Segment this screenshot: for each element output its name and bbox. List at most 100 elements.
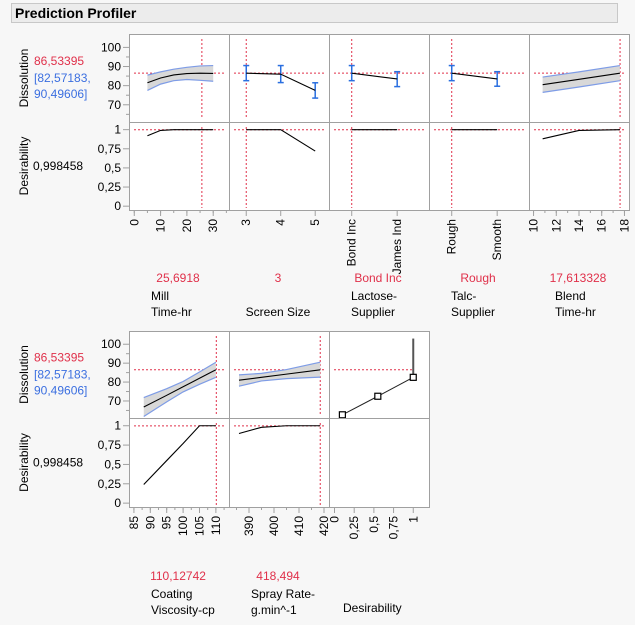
factor-name-line2: Supplier [351,305,395,319]
x-tick-label: 12 [549,219,563,233]
desirability-handle[interactable] [409,373,417,381]
factor-name: Desirability [343,601,402,615]
response-label-desirability: Desirability [17,137,31,196]
x-tick-label: 1 [406,516,420,523]
x-tick-label: Smooth [490,219,504,260]
x-tick-label: 14 [572,219,586,233]
factor-current-value: Bond Inc [354,271,401,285]
dissolution-ci-lower: [82,57183, [34,71,91,85]
x-tick-label: Rough [445,219,459,254]
factor-current-value: 3 [275,271,282,285]
y-tick-label-desirability: 0,5 [104,161,121,175]
profiler-chart: Dissolution Desirability 86,53395 [82,57183… [17,34,631,617]
factor-name-line2: Time-hr [151,305,192,319]
factor-name-line2: Time-hr [555,305,596,319]
y-tick-label-dissolution: 80 [108,375,122,389]
dissolution-plot-area [329,34,429,122]
x-tick-label: 110 [209,516,223,535]
factor-name-line1: Spray Rate- [251,587,315,601]
factor-name-line1: Coating [151,587,192,601]
desirability-plot-area [329,122,429,210]
y-tick-label-desirability: 0,25 [98,180,122,194]
x-tick-label: 95 [160,516,174,530]
response-label-dissolution: Dissolution [17,49,31,108]
factor-name-line1: Blend [555,289,586,303]
factor-panel-2: 390 400 410 420418,494Spray Rate-g.min^-1 [229,331,331,617]
factor-name-line2: g.min^-1 [251,603,297,617]
desirability-plot-area [229,418,329,507]
dissolution-plot-area [429,34,529,122]
x-tick-label: 0 [328,516,342,523]
factor-panel-2: 3 4 5 3 Screen Size [229,34,330,319]
desirability-plot-area [129,418,229,507]
factor-current-value: 110,12742 [150,569,206,583]
factor-name: Screen Size [246,305,311,319]
factor-panel-3: 0 0,25 0,5 0,75 1 Desirability [328,331,430,615]
x-tick-label: 0,75 [387,516,401,540]
desirability-plot-area [329,418,429,507]
x-tick-label: 90 [143,516,157,530]
x-tick-label: James Ind [390,219,404,274]
y-tick-label-desirability: 1 [114,419,121,433]
y-tick-label-dissolution: 90 [108,356,122,370]
factor-name-line1: Mill [151,289,169,303]
y-tick-label-dissolution: 70 [108,394,122,408]
y-tick-label-desirability: 0,25 [98,477,122,491]
y-tick-label-dissolution: 100 [101,40,121,54]
x-tick-label: 0,25 [347,516,361,540]
dissolution-predicted-value: 86,53395 [34,54,84,68]
factor-panel-5: 10 12 14 16 18 17,613328 Blend Time-hr [527,34,631,319]
factor-name-line2: Supplier [451,305,495,319]
y-tick-label-desirability: 0,5 [104,457,121,471]
y-tick-label-desirability: 1 [114,123,121,137]
factor-panel-1: 0 10 20 30 25,6918 Mill Time-hr [127,34,230,319]
x-tick-label: 390 [242,516,256,536]
desirability-plot-area [129,122,229,210]
x-tick-label: 10 [154,219,168,233]
factor-current-value: Rough [460,271,495,285]
desirability-plot-area [429,122,529,210]
y-tick-label-dissolution: 70 [108,98,122,112]
desirability-plot-area [229,122,329,210]
desirability-handle[interactable] [338,411,346,419]
response-label-desirability: Desirability [17,433,31,492]
factor-panel-4: Rough Smooth Rough Talc- Supplier [429,34,530,319]
x-tick-label: 5 [308,219,322,226]
dissolution-ci-upper: 90,49606] [34,384,87,398]
factor-panel-1: 85 90 95 100 105 110 110,12742 Coating Viscosity… [127,331,230,617]
y-tick-label-desirability: 0,75 [98,438,122,452]
dissolution-ci-upper: 90,49606] [34,87,87,101]
x-tick-label: 30 [206,219,220,233]
y-tick-label-dissolution: 90 [108,60,122,74]
x-tick-label: 0 [127,219,141,226]
x-tick-label: 400 [267,516,281,536]
x-tick-label: 4 [274,219,288,226]
desirability-value: 0,998458 [33,456,83,470]
x-tick-label: 100 [176,516,190,536]
x-tick-label: 105 [192,516,206,536]
desirability-plot-area [529,122,629,210]
x-tick-label: 20 [180,219,194,233]
dissolution-plot-area [229,34,329,122]
y-tick-label-dissolution: 80 [108,79,122,93]
factor-current-value: 25,6918 [156,271,200,285]
x-tick-label: Bond Inc [345,219,359,266]
x-tick-label: 10 [527,219,541,233]
y-tick-label-desirability: 0 [114,199,121,213]
response-label-dissolution: Dissolution [17,345,31,404]
desirability-value: 0,998458 [33,159,83,173]
x-tick-label: 3 [239,219,253,226]
x-tick-label: 85 [127,516,141,530]
factor-current-value: 17,613328 [550,271,607,285]
x-tick-label: 410 [292,516,306,536]
y-tick-label-desirability: 0,75 [98,142,122,156]
factor-name-line2: Viscosity-cp [151,603,215,617]
dissolution-ci-lower: [82,57183, [34,368,91,382]
factor-current-value: 418,494 [256,569,300,583]
x-tick-label: 16 [595,219,609,233]
factor-name-line1: Lactose- [351,289,397,303]
desirability-handle[interactable] [374,392,382,400]
y-tick-label-dissolution: 100 [101,337,121,351]
y-tick-label-desirability: 0 [114,496,121,510]
factor-name-line1: Talc- [451,289,476,303]
